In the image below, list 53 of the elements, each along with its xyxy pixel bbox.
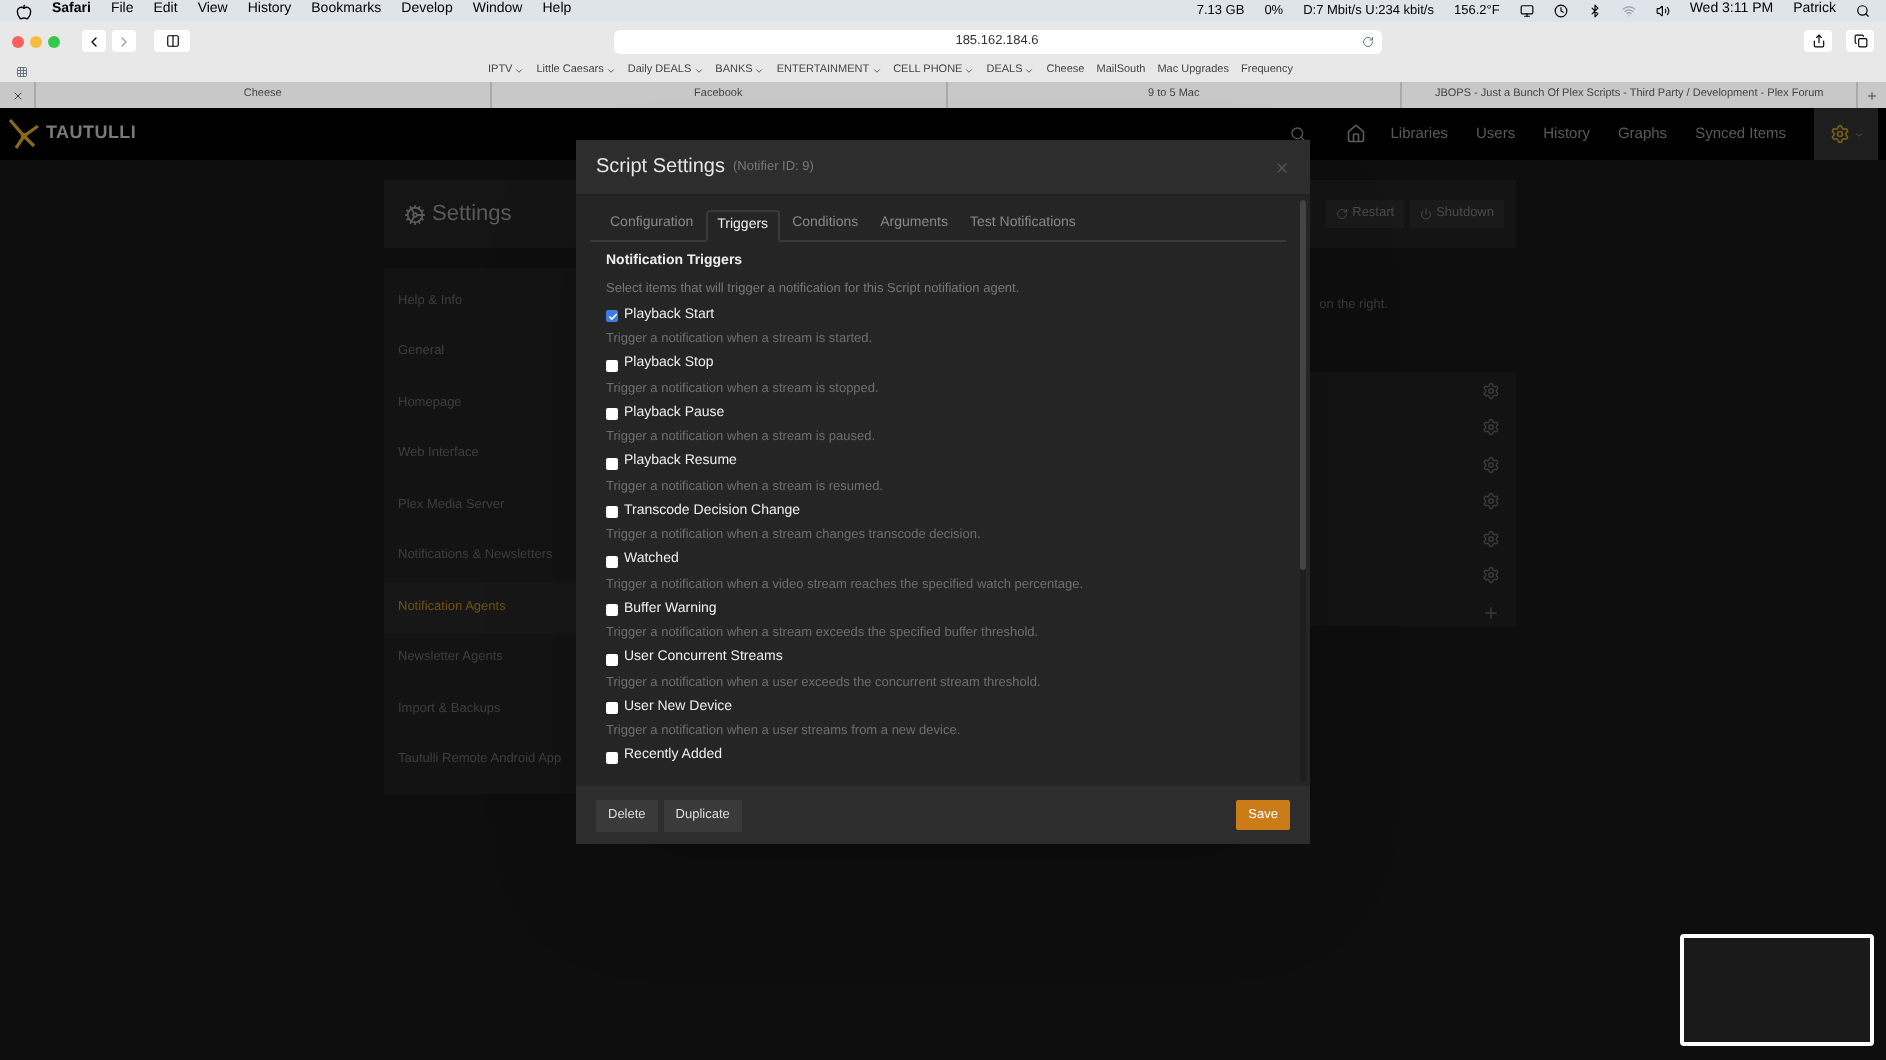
caret-icon <box>1024 66 1035 76</box>
reload-icon[interactable] <box>1361 35 1373 47</box>
trigger-checkbox[interactable] <box>606 506 618 518</box>
volume-icon <box>1655 4 1670 18</box>
back-button[interactable] <box>82 30 106 52</box>
chevron-left-icon <box>86 33 102 49</box>
sidebar-icon <box>165 34 179 48</box>
search-icon <box>1856 4 1870 18</box>
wifi-icon <box>1621 4 1636 18</box>
caret-icon <box>1853 129 1863 139</box>
trigger-checkbox[interactable] <box>606 555 618 567</box>
share-icon <box>1811 34 1825 48</box>
settings-menu-button[interactable] <box>1814 108 1878 160</box>
grid-icon <box>16 65 28 77</box>
trigger-checkbox[interactable] <box>606 408 618 420</box>
caret-icon <box>964 66 975 76</box>
close-icon[interactable] <box>1274 159 1290 175</box>
trigger-checkbox[interactable] <box>606 751 618 763</box>
caret-icon <box>754 66 765 76</box>
brand-name[interactable]: TAUTULLI <box>46 120 137 148</box>
bluetooth-icon <box>1587 4 1602 18</box>
close-window-button[interactable] <box>12 35 24 47</box>
dialog-title: Script Settings <box>596 154 725 182</box>
caret-icon <box>605 66 616 76</box>
caret-icon <box>693 66 704 76</box>
zoom-window-button[interactable] <box>48 35 60 47</box>
home-icon <box>1346 124 1367 144</box>
clock-icon <box>1553 4 1568 18</box>
apple-icon <box>16 3 32 19</box>
chevron-right-icon <box>116 33 132 49</box>
trigger-checkbox[interactable] <box>606 604 618 616</box>
trigger-checkbox[interactable] <box>606 457 618 469</box>
search-icon <box>1290 126 1307 142</box>
trigger-checkbox[interactable] <box>606 359 618 371</box>
gears-icon <box>404 203 426 225</box>
tabs-icon <box>1853 34 1867 48</box>
trigger-checkbox[interactable] <box>606 702 618 714</box>
caret-icon <box>514 66 525 76</box>
caret-icon <box>871 66 882 76</box>
display-icon <box>1519 4 1534 18</box>
trigger-checkbox[interactable] <box>606 653 618 665</box>
power-icon <box>1420 208 1433 220</box>
refresh-icon <box>1336 208 1349 220</box>
logo-icon <box>8 118 44 150</box>
plus-icon <box>1866 89 1878 101</box>
sidebar-button[interactable] <box>154 30 190 52</box>
tabs-button[interactable] <box>1846 30 1874 52</box>
check-icon <box>607 311 617 321</box>
pinned-tab-icon <box>11 89 23 101</box>
settings-title: Settings <box>432 199 512 230</box>
settings-icon <box>1829 124 1849 144</box>
trigger-checkbox[interactable] <box>606 310 618 322</box>
share-button[interactable] <box>1804 30 1832 52</box>
